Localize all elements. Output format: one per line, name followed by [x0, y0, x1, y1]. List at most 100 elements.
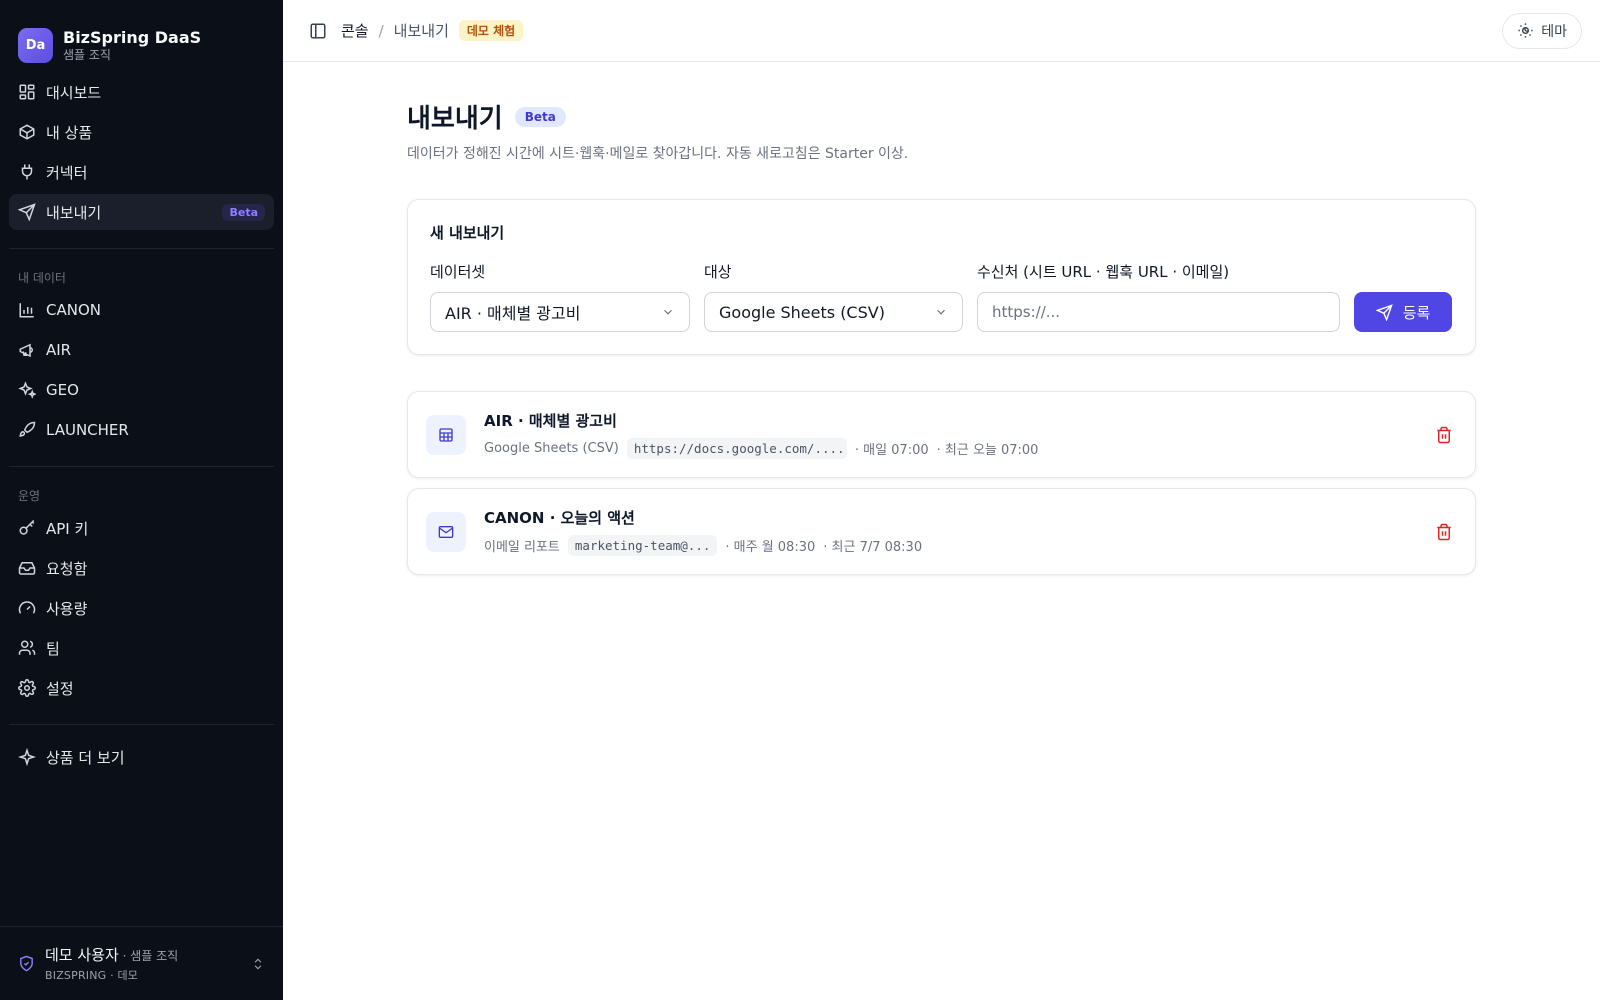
breadcrumb-root[interactable]: 콘솔: [341, 20, 369, 41]
sidebar-item-label: 내보내기: [46, 203, 102, 222]
export-item-destination: marketing-team@...: [567, 535, 718, 556]
key-icon: [18, 519, 36, 537]
theme-button-label: 테마: [1541, 22, 1567, 39]
export-item[interactable]: AIR · 매체별 광고비 Google Sheets (CSV) https:…: [407, 391, 1476, 478]
table-icon: [426, 414, 466, 455]
register-button-label: 등록: [1402, 303, 1431, 322]
user-subtitle: BIZSPRING · 데모: [45, 969, 139, 982]
demo-badge: 데모 체험: [458, 20, 524, 41]
sidebar-item-label: LAUNCHER: [46, 421, 129, 439]
sidebar-item-settings[interactable]: 설정: [9, 670, 274, 706]
trash-icon[interactable]: [1435, 426, 1453, 444]
sidebar-item-geo[interactable]: GEO: [9, 372, 274, 408]
send-icon: [18, 203, 36, 221]
brand-name: BizSpring DaaS: [63, 28, 202, 47]
sidebar-divider: [9, 466, 274, 467]
brand[interactable]: Da BizSpring DaaS 샘플 조직: [0, 0, 283, 74]
sparkles-icon: [18, 381, 36, 399]
section-label-my-data: 내 데이터: [18, 271, 66, 285]
user-org: · 샘플 조직: [118, 949, 179, 963]
chevrons-up-down-icon: [251, 957, 265, 971]
trash-icon[interactable]: [1435, 523, 1453, 541]
target-select-value: Google Sheets (CSV): [719, 302, 885, 322]
brand-org: 샘플 조직: [63, 48, 111, 62]
sidebar-item-label: 사용량: [46, 599, 88, 618]
page-description: 데이터가 정해진 시간에 시트·웹훅·메일로 찾아갑니다. 자동 새로고침은 S…: [407, 146, 909, 162]
new-export-title: 새 내보내기: [430, 224, 505, 242]
user-name: 데모 사용자: [45, 946, 119, 964]
sidebar-item-team[interactable]: 팀: [9, 630, 274, 666]
export-item-target: Google Sheets (CSV): [484, 441, 619, 456]
user-switcher[interactable]: 데모 사용자 · 샘플 조직 BIZSPRING · 데모: [0, 926, 283, 1000]
breadcrumb-current: 내보내기: [393, 22, 449, 40]
sidebar-item-label: 대시보드: [46, 83, 102, 102]
sidebar-toggle-icon[interactable]: [309, 22, 327, 40]
gauge-icon: [18, 599, 36, 617]
sidebar-item-api-keys[interactable]: API 키: [9, 510, 274, 546]
export-item-title: CANON · 오늘의 액션: [484, 509, 635, 527]
plug-icon: [18, 163, 36, 181]
mail-icon: [426, 511, 466, 552]
rocket-icon: [18, 421, 36, 439]
breadcrumb: 콘솔 / 내보내기 데모 체험: [341, 20, 524, 41]
breadcrumb-separator: /: [378, 21, 384, 40]
sidebar-divider: [9, 248, 274, 249]
sidebar-item-label: 설정: [46, 679, 74, 698]
sidebar-item-canon[interactable]: CANON: [9, 292, 274, 328]
export-item-target: 이메일 리포트: [484, 540, 560, 555]
main: 콘솔 / 내보내기 데모 체험 테마 내보내기 Beta 데이터가 정해진 시간…: [283, 0, 1600, 1000]
users-icon: [18, 639, 36, 657]
shield-icon: [18, 955, 35, 972]
dataset-label: 데이터셋: [430, 263, 486, 281]
dataset-select-value: AIR · 매체별 광고비: [445, 304, 581, 323]
nav-data: CANON AIR GEO LAUNCHER: [0, 292, 283, 452]
inbox-icon: [18, 559, 36, 577]
nav-main: 대시보드 내 상품 커넥터 내보내기 Beta: [0, 74, 283, 234]
register-button[interactable]: 등록: [1354, 292, 1452, 332]
megaphone-icon: [18, 341, 36, 359]
export-item-last-run: · 최근 7/7 08:30: [823, 540, 923, 555]
page-beta-badge: Beta: [514, 106, 566, 127]
theme-button[interactable]: 테마: [1502, 12, 1582, 49]
export-item-schedule: · 매주 월 08:30: [725, 540, 816, 555]
nav-more: 상품 더 보기: [0, 739, 283, 779]
sidebar-item-label: CANON: [46, 301, 101, 319]
target-label: 대상: [704, 263, 732, 281]
export-item[interactable]: CANON · 오늘의 액션 이메일 리포트 marketing-team@..…: [407, 488, 1476, 575]
target-select[interactable]: Google Sheets (CSV): [704, 292, 963, 332]
sidebar: Da BizSpring DaaS 샘플 조직 대시보드 내 상품 커넥터 내보…: [0, 0, 283, 1000]
page-title: 내보내기: [407, 104, 503, 134]
sidebar-item-label: 팀: [46, 639, 60, 658]
sidebar-divider: [9, 724, 274, 725]
sidebar-item-launcher[interactable]: LAUNCHER: [9, 412, 274, 448]
section-label-operations: 운영: [18, 489, 41, 503]
gear-icon: [18, 679, 36, 697]
brand-logo: Da: [18, 28, 53, 63]
bar-chart-icon: [18, 301, 36, 319]
sidebar-item-connectors[interactable]: 커넥터: [9, 154, 274, 190]
chevron-down-icon: [661, 305, 675, 319]
sidebar-item-more-products[interactable]: 상품 더 보기: [9, 739, 274, 775]
sidebar-item-label: 커넥터: [46, 163, 88, 182]
sidebar-item-usage[interactable]: 사용량: [9, 590, 274, 626]
sidebar-item-label: API 키: [46, 519, 89, 538]
sun-moon-icon: [1517, 22, 1534, 39]
dashboard-icon: [18, 83, 36, 101]
beta-badge: Beta: [222, 203, 265, 221]
nav-ops: API 키 요청함 사용량 팀 설정: [0, 510, 283, 710]
recipient-label: 수신처 (시트 URL · 웹훅 URL · 이메일): [977, 263, 1230, 281]
topbar: 콘솔 / 내보내기 데모 체험 테마: [283, 0, 1600, 62]
sidebar-item-products[interactable]: 내 상품: [9, 114, 274, 150]
dataset-select[interactable]: AIR · 매체별 광고비: [430, 292, 690, 332]
sidebar-item-dashboard[interactable]: 대시보드: [9, 74, 274, 110]
package-icon: [18, 123, 36, 141]
sidebar-item-inbox[interactable]: 요청함: [9, 550, 274, 586]
sidebar-item-label: 상품 더 보기: [46, 748, 125, 767]
sidebar-item-air[interactable]: AIR: [9, 332, 274, 368]
export-item-title: AIR · 매체별 광고비: [484, 412, 617, 430]
recipient-input[interactable]: [977, 292, 1340, 332]
export-item-last-run: · 최근 오늘 07:00: [936, 443, 1039, 458]
chevron-down-icon: [934, 305, 948, 319]
sidebar-item-label: AIR: [46, 341, 72, 359]
sidebar-item-exports[interactable]: 내보내기 Beta: [9, 194, 274, 230]
